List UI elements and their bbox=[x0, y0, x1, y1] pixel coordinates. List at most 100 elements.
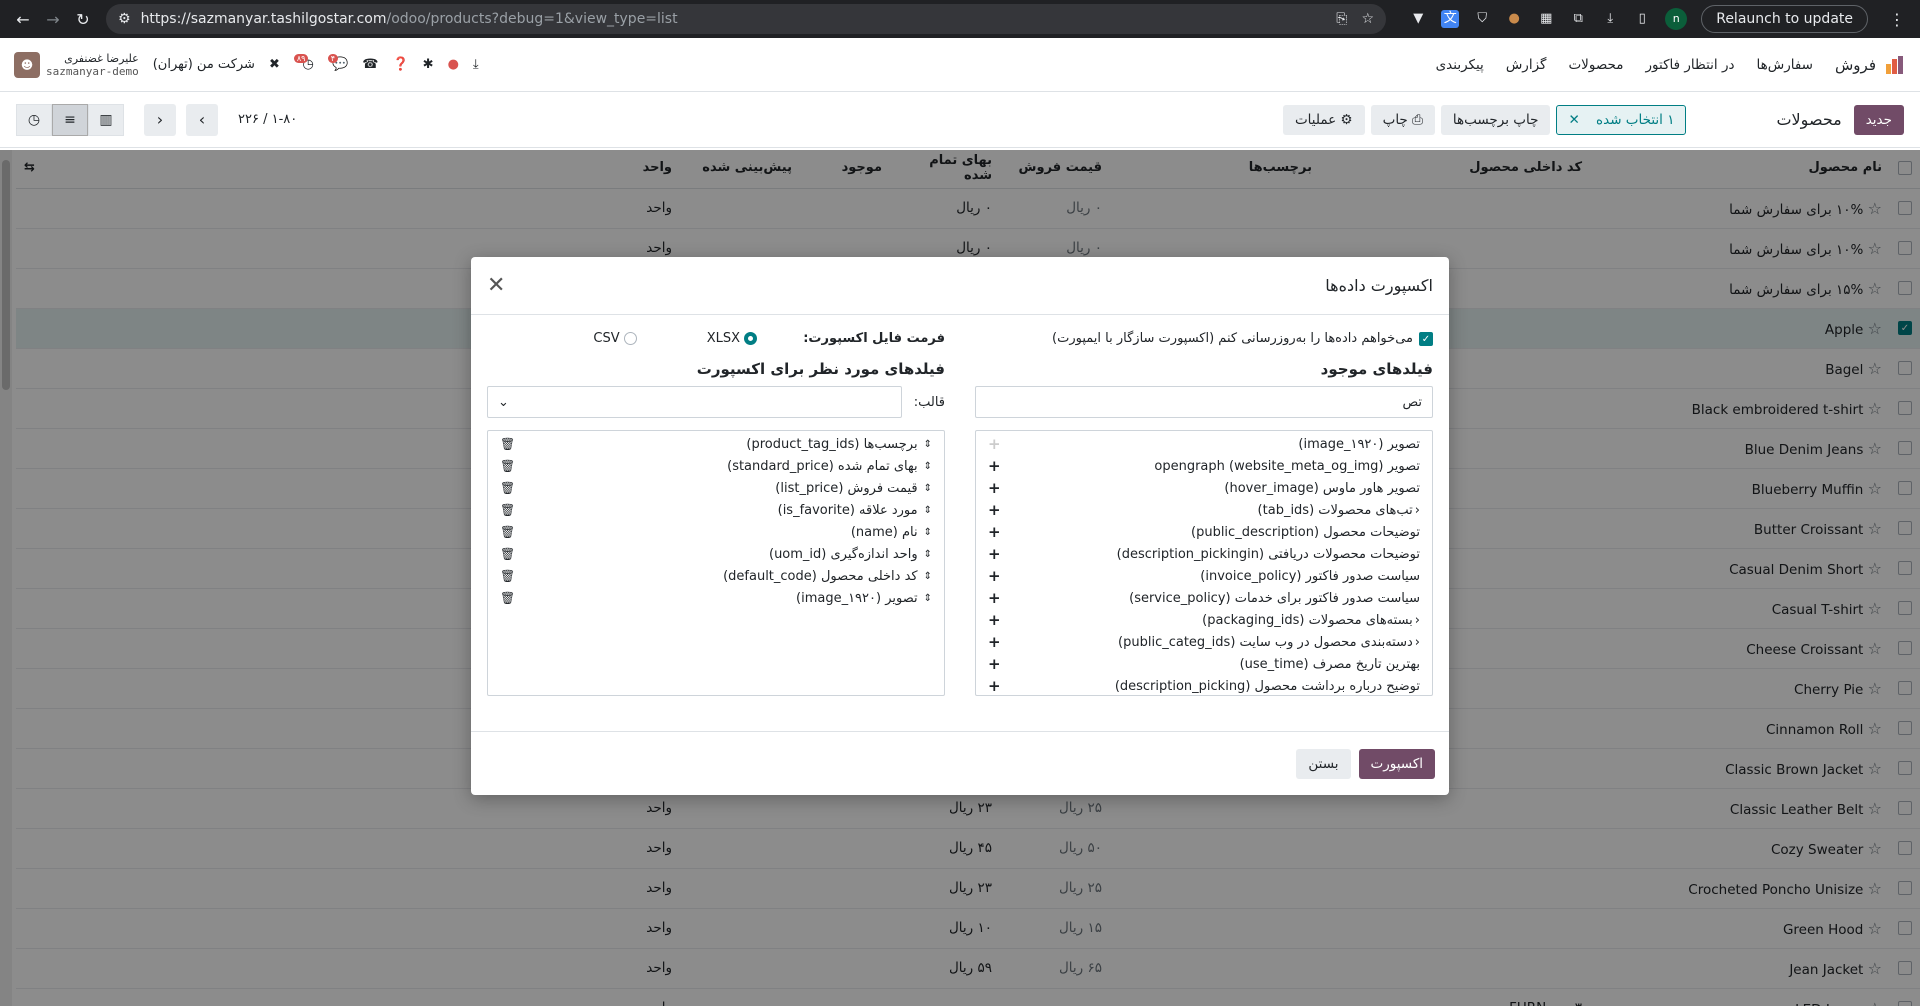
add-field-icon[interactable]: + bbox=[988, 479, 1001, 497]
extensions-puzzle-icon[interactable]: ⧉ bbox=[1569, 10, 1587, 28]
add-field-icon[interactable]: + bbox=[988, 655, 1001, 673]
site-info-icon[interactable]: ⚙ bbox=[118, 11, 131, 27]
add-field-icon[interactable]: + bbox=[988, 611, 1001, 629]
download-icon[interactable]: ⤓ bbox=[1601, 10, 1619, 28]
menu-configuration[interactable]: پیکربندی bbox=[1436, 57, 1484, 73]
tools-icon[interactable]: ✖ bbox=[269, 57, 280, 72]
bookmark-star-icon[interactable]: ☆ bbox=[1361, 11, 1374, 27]
export-field-item[interactable]: ⇕ قیمت فروش (list_price) 🗑 bbox=[488, 477, 944, 499]
clear-selection-icon[interactable]: ✕ bbox=[1568, 112, 1579, 128]
drag-handle-icon[interactable]: ⇕ bbox=[924, 439, 932, 450]
extension-shield-icon[interactable]: ⛉ bbox=[1473, 10, 1491, 28]
pager-prev-icon[interactable]: ‹ bbox=[144, 103, 176, 136]
activity-view-icon[interactable]: ◷ bbox=[16, 103, 52, 136]
add-field-icon[interactable]: + bbox=[988, 589, 1001, 607]
add-field-icon[interactable]: + bbox=[988, 523, 1001, 541]
menu-products[interactable]: محصولات bbox=[1568, 57, 1623, 73]
export-field-item[interactable]: ⇕ کد داخلی محصول (default_code) 🗑 bbox=[488, 565, 944, 587]
available-field-item[interactable]: ‹ تب‌های محصولات (tab_ids) + bbox=[976, 499, 1432, 521]
available-field-item[interactable]: تصویر opengraph (website_meta_og_img) + bbox=[976, 455, 1432, 477]
available-field-item[interactable]: بهترین تاریخ مصرف (use_time) + bbox=[976, 653, 1432, 675]
available-field-item[interactable]: توضیحات محصولات دریافتی (description_pic… bbox=[976, 543, 1432, 565]
export-field-item[interactable]: ⇕ واحد اندازه‌گیری (uom_id) 🗑 bbox=[488, 543, 944, 565]
list-view-icon[interactable]: ≡ bbox=[52, 103, 88, 136]
sidebar-icon[interactable]: ▯ bbox=[1633, 10, 1651, 28]
available-field-item[interactable]: ‹ بسته‌های محصولات (packaging_ids) + bbox=[976, 609, 1432, 631]
available-field-item[interactable]: توضیحات محصول (public_description) + bbox=[976, 521, 1432, 543]
menu-kebab-icon[interactable]: ⋮ bbox=[1882, 10, 1912, 29]
template-select[interactable]: ⌄ bbox=[487, 386, 902, 418]
available-field-item[interactable]: تصویر (image_۱۹۲۰) + bbox=[976, 433, 1432, 455]
app-name[interactable]: فروش bbox=[1835, 56, 1876, 74]
print-labels-button[interactable]: چاپ برچسب‌ها bbox=[1440, 104, 1551, 135]
add-field-icon[interactable]: + bbox=[988, 501, 1001, 519]
extension-monkey-icon[interactable]: ● bbox=[1505, 10, 1523, 28]
add-field-icon[interactable]: + bbox=[988, 677, 1001, 695]
record-icon[interactable]: ● bbox=[448, 57, 459, 72]
menu-to-invoice[interactable]: در انتظار فاکتور bbox=[1646, 57, 1735, 73]
trash-icon[interactable]: 🗑 bbox=[500, 591, 515, 605]
add-field-icon[interactable]: + bbox=[988, 457, 1001, 475]
bug-icon[interactable]: ✱ bbox=[423, 57, 434, 72]
xlsx-radio[interactable] bbox=[744, 332, 758, 345]
available-field-item[interactable]: ‹ دسته‌بندی محصول در وب سایت (public_cate… bbox=[976, 631, 1432, 653]
selection-badge[interactable]: ۱ انتخاب شده ✕ bbox=[1556, 104, 1687, 135]
export-field-item[interactable]: ⇕ مورد علاقه (is_favorite) 🗑 bbox=[488, 499, 944, 521]
drag-handle-icon[interactable]: ⇕ bbox=[924, 527, 932, 538]
trash-icon[interactable]: 🗑 bbox=[500, 459, 515, 473]
extension-vee-icon[interactable]: ▼ bbox=[1409, 10, 1427, 28]
add-field-icon[interactable]: + bbox=[988, 633, 1001, 651]
field-search-input[interactable]: تص bbox=[975, 386, 1433, 418]
drag-handle-icon[interactable]: ⇕ bbox=[924, 593, 932, 604]
pager-next-icon[interactable]: › bbox=[186, 103, 218, 136]
extension-translate-icon[interactable]: 文 bbox=[1441, 10, 1460, 28]
close-icon[interactable]: ✕ bbox=[487, 273, 505, 298]
trash-icon[interactable]: 🗑 bbox=[500, 547, 515, 561]
export-field-item[interactable]: ⇕ بهای تمام شده (standard_price) 🗑 bbox=[488, 455, 944, 477]
chevron-left-icon[interactable]: ‹ bbox=[1415, 503, 1420, 518]
add-field-icon[interactable]: + bbox=[988, 435, 1001, 453]
chevron-left-icon[interactable]: ‹ bbox=[1415, 635, 1420, 650]
help-icon[interactable]: ❓ bbox=[392, 57, 408, 72]
export-button[interactable]: اکسپورت bbox=[1358, 748, 1435, 779]
install-icon[interactable]: ⎘ bbox=[1336, 11, 1347, 27]
drag-handle-icon[interactable]: ⇕ bbox=[924, 483, 932, 494]
relaunch-button[interactable]: Relaunch to update bbox=[1701, 5, 1868, 33]
user-menu[interactable]: علیرضا غضنفری sazmanyar-demo ☻ bbox=[14, 51, 139, 78]
trash-icon[interactable]: 🗑 bbox=[500, 481, 515, 495]
add-field-icon[interactable]: + bbox=[988, 567, 1001, 585]
reload-icon[interactable]: ↻ bbox=[68, 10, 98, 29]
trash-icon[interactable]: 🗑 bbox=[500, 569, 515, 583]
menu-reporting[interactable]: گزارش bbox=[1506, 57, 1547, 73]
messages-icon[interactable]: 💬۴ bbox=[327, 54, 348, 72]
pager-value[interactable]: ۱-۸۰ / ۲۲۶ bbox=[238, 112, 297, 127]
import-compat-option[interactable]: ✓ می‌خواهم داده‌ها را به‌روزرسانی کنم (ا… bbox=[975, 331, 1433, 346]
export-field-item[interactable]: ⇕ برچسب‌ها (product_tag_ids) 🗑 bbox=[488, 433, 944, 455]
drag-handle-icon[interactable]: ⇕ bbox=[924, 549, 932, 560]
print-button[interactable]: ⎙ چاپ bbox=[1370, 104, 1435, 135]
drag-handle-icon[interactable]: ⇕ bbox=[924, 461, 932, 472]
back-icon[interactable]: ← bbox=[8, 10, 38, 29]
format-xlsx-option[interactable]: XLSX bbox=[707, 331, 758, 346]
forward-icon[interactable]: → bbox=[38, 10, 68, 29]
export-field-item[interactable]: ⇕ نام (name) 🗑 bbox=[488, 521, 944, 543]
import-compat-checkbox[interactable]: ✓ bbox=[1419, 331, 1433, 346]
trash-icon[interactable]: 🗑 bbox=[500, 437, 515, 451]
menu-orders[interactable]: سفارش‌ها bbox=[1756, 57, 1813, 73]
available-field-item[interactable]: سیاست صدور فاکتور (invoice_policy) + bbox=[976, 565, 1432, 587]
download-icon[interactable]: ⤓ bbox=[473, 57, 479, 72]
available-field-item[interactable]: سیاست صدور فاکتور برای خدمات (service_po… bbox=[976, 587, 1432, 609]
phone-icon[interactable]: ☎ bbox=[362, 57, 378, 72]
format-csv-option[interactable]: CSV bbox=[593, 331, 637, 346]
trash-icon[interactable]: 🗑 bbox=[500, 503, 515, 517]
drag-handle-icon[interactable]: ⇕ bbox=[924, 571, 932, 582]
trash-icon[interactable]: 🗑 bbox=[500, 525, 515, 539]
available-field-item[interactable]: تصویر هاور ماوس (hover_image) + bbox=[976, 477, 1432, 499]
available-field-item[interactable]: توضیح درباره برداشت محصول (description_p… bbox=[976, 675, 1432, 695]
activity-icon[interactable]: ◷۸۹ bbox=[293, 54, 314, 72]
address-bar[interactable]: ⚙ https://sazmanyar.tashilgostar.com/odo… bbox=[106, 4, 1386, 34]
profile-avatar[interactable]: n bbox=[1665, 8, 1688, 30]
company-switcher[interactable]: شرکت من (تهران) bbox=[153, 57, 255, 72]
new-button[interactable]: جدید bbox=[1853, 104, 1904, 135]
chevron-left-icon[interactable]: ‹ bbox=[1415, 613, 1420, 628]
